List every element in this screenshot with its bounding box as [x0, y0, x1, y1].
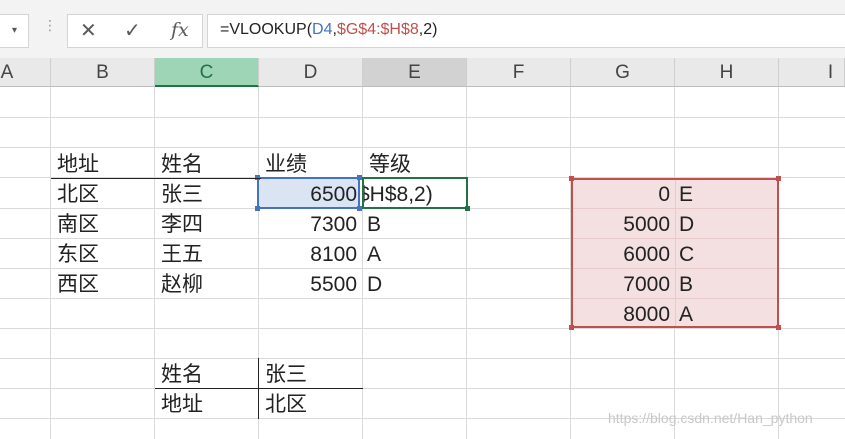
header-address[interactable]: 地址 — [57, 149, 99, 179]
query-label-name[interactable]: 姓名 — [161, 359, 203, 389]
formula-input[interactable]: =VLOOKUP(D4,$G$4:$H$8,2) — [207, 14, 845, 48]
cell-performance[interactable]: 8100 — [259, 239, 357, 269]
formula-bar-area: ▾ ⋮ ✕ ✓ fx =VLOOKUP(D4,$G$4:$H$8,2) — [0, 0, 845, 58]
lookup-score[interactable]: 5000 — [571, 209, 670, 239]
lookup-grade[interactable]: C — [679, 239, 694, 269]
column-header-i[interactable]: I — [779, 58, 845, 87]
column-header-b[interactable]: B — [51, 58, 155, 87]
fill-handle[interactable] — [465, 206, 470, 211]
cell-grade[interactable]: D — [367, 269, 382, 299]
cell-address[interactable]: 南区 — [57, 209, 99, 239]
column-header-d[interactable]: D — [259, 58, 363, 87]
column-header-h[interactable]: H — [675, 58, 779, 87]
header-performance[interactable]: 业绩 — [265, 149, 307, 179]
watermark: https://blog.csdn.net/Han_python — [608, 410, 813, 426]
formula-ref-table-array: $G$4:$H$8 — [336, 21, 419, 38]
lookup-grade[interactable]: E — [679, 179, 693, 209]
column-header-c[interactable]: C — [155, 58, 259, 87]
cell-performance[interactable]: 7300 — [259, 209, 357, 239]
cell-grade-editing[interactable]: $H$8,2) — [364, 179, 464, 209]
column-header-g[interactable]: G — [571, 58, 675, 87]
query-value-address[interactable]: 北区 — [265, 389, 307, 419]
lookup-score[interactable]: 8000 — [571, 299, 670, 329]
range-handle[interactable] — [776, 176, 781, 181]
column-header-a[interactable]: A — [0, 58, 51, 87]
query-label-address[interactable]: 地址 — [161, 389, 203, 419]
cell-address[interactable]: 西区 — [57, 269, 99, 299]
lookup-grade[interactable]: A — [679, 299, 693, 329]
cell-name[interactable]: 赵柳 — [161, 269, 203, 299]
insert-function-icon[interactable]: fx — [171, 19, 189, 41]
lookup-score[interactable]: 0 — [571, 179, 670, 209]
chevron-down-icon[interactable]: ▾ — [12, 25, 17, 36]
cancel-icon[interactable]: ✕ — [80, 18, 97, 42]
cell-performance[interactable]: 5500 — [259, 269, 357, 299]
cell-grade[interactable]: A — [367, 239, 381, 269]
query-divider — [258, 358, 259, 419]
query-value-name[interactable]: 张三 — [265, 359, 307, 389]
cell-address[interactable]: 北区 — [57, 179, 99, 209]
formula-ref-lookup-value: D4 — [312, 21, 333, 38]
lookup-grade[interactable]: D — [679, 209, 694, 239]
drag-handle-icon[interactable]: ⋮ — [43, 18, 57, 34]
formula-text[interactable]: =VLOOKUP(D4,$G$4:$H$8,2) — [220, 21, 437, 39]
cell-name[interactable]: 张三 — [161, 179, 203, 209]
formula-buttons: ✕ ✓ fx — [67, 14, 203, 48]
query-underline — [155, 388, 363, 389]
header-grade[interactable]: 等级 — [369, 149, 411, 179]
lookup-score[interactable]: 6000 — [571, 239, 670, 269]
lookup-score[interactable]: 7000 — [571, 269, 670, 299]
cell-name[interactable]: 李四 — [161, 209, 203, 239]
enter-icon[interactable]: ✓ — [124, 18, 141, 42]
name-box[interactable]: ▾ — [0, 14, 29, 48]
lookup-grade[interactable]: B — [679, 269, 693, 299]
header-name[interactable]: 姓名 — [161, 149, 203, 179]
cell-name[interactable]: 王五 — [161, 239, 203, 269]
column-header-e[interactable]: E — [363, 58, 467, 87]
cell-grade[interactable]: B — [367, 209, 381, 239]
cell-address[interactable]: 东区 — [57, 239, 99, 269]
column-header-f[interactable]: F — [467, 58, 571, 87]
range-handle[interactable] — [776, 325, 781, 330]
cell-performance[interactable]: 6500 — [259, 179, 357, 209]
